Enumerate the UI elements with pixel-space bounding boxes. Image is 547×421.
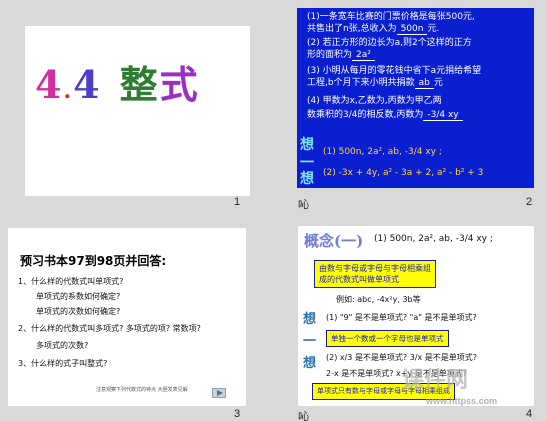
title-char: 式 [159, 62, 200, 107]
side-label: 想 [300, 171, 314, 187]
slide-4-thumbnail[interactable]: 概念(一) (1) 500n, 2a², ab, -3/4 xy ; 由数与字母… [298, 226, 534, 406]
text-line: (2) 若正方形的边长为a,则2个这样的正方 [307, 38, 472, 48]
slide-number-2: 2 [526, 196, 533, 208]
text-line: (4) 甲数为x,乙数为,丙数为甲乙两 [307, 96, 442, 106]
text-line: (3) 小明从每月的零花钱中省下a元捐给希望 [307, 66, 482, 76]
text-line: (1)一条宽车比赛的门票价格是每张500元, [307, 12, 475, 22]
text-line: 工程,b个月下来小明共捐款 ab 元 [307, 78, 443, 89]
title-dot: . [63, 78, 74, 104]
question-item: 多项式的次数? [36, 341, 89, 350]
play-icon[interactable] [212, 388, 226, 398]
text-line: 数乘积的3/4的相反数,丙数为 -3/4 xy [307, 110, 463, 121]
slide-2-thumbnail[interactable]: (1)一条宽车比赛的门票价格是每张500元, 共售出了n张,总收入为 500n 元.… [297, 8, 534, 188]
question-item: 2、什么样的代数式叫多项式? 多项式的项? 常数项? [18, 324, 201, 333]
example-line: 例如: abc, -4x²y, 3b等 [336, 295, 421, 304]
question-item: 1、什么样的代数式叫单项式? [18, 277, 124, 286]
watermark-logo: 课件网 [402, 367, 469, 392]
text-line: 共售出了n张,总收入为 500n 元. [307, 24, 440, 35]
side-label: 想 [300, 137, 314, 153]
question-line: (1) "9" 是不是单项式? "a" 是不是单项式? [326, 313, 477, 322]
question-item: 单项式的系数如何确定? [36, 292, 121, 301]
slide-3-footer: 注意观察下列代数式的特点 大胆发表见解 [96, 387, 188, 393]
slide-note: 吣 [298, 411, 309, 421]
answer-line: (2) -3x + 4y, a² - 3a + 2, a² - b² + 3 [323, 168, 484, 178]
definition-box: 由数与字母或字母与字母相乘组 成的代数式叫做单项式 [314, 260, 436, 288]
slide-3-thumbnail[interactable]: 预习书本97到98页并回答: 1、什么样的代数式叫单项式? 单项式的系数如何确定… [8, 228, 246, 406]
slide-number-1: 1 [234, 196, 241, 208]
question-item: 3、什么样的式子叫整式? [18, 359, 108, 368]
answer-line: (1) 500n, 2a², ab, -3/4 xy ; [323, 147, 442, 157]
title-digit: 4 [73, 62, 102, 107]
slide-1-title: 4.4 整式 [35, 54, 200, 109]
slide-1-thumbnail[interactable]: 4.4 整式 [25, 26, 250, 196]
side-label: 想 [303, 356, 317, 371]
slide-note: 吣 [298, 199, 309, 211]
question-item: 单项式的次数如何确定? [36, 307, 121, 316]
slide-3-heading: 预习书本97到98页并回答: [20, 254, 167, 268]
slide-number-3: 3 [234, 408, 241, 420]
title-digit: 4 [35, 62, 64, 107]
side-label: 想 [303, 312, 317, 327]
concept-values: (1) 500n, 2a², ab, -3/4 xy ; [374, 234, 493, 244]
concept-label: 概念(一) [304, 232, 364, 250]
title-char: 整 [119, 62, 160, 107]
answer-box: 单独一个数或一个字母也是单项式 [326, 330, 449, 347]
slide-number-4: 4 [526, 408, 533, 420]
text-line: 形的面积为 2a² [307, 50, 375, 61]
watermark-url: www.httpss.com [426, 396, 498, 406]
side-label: 一 [303, 334, 317, 349]
